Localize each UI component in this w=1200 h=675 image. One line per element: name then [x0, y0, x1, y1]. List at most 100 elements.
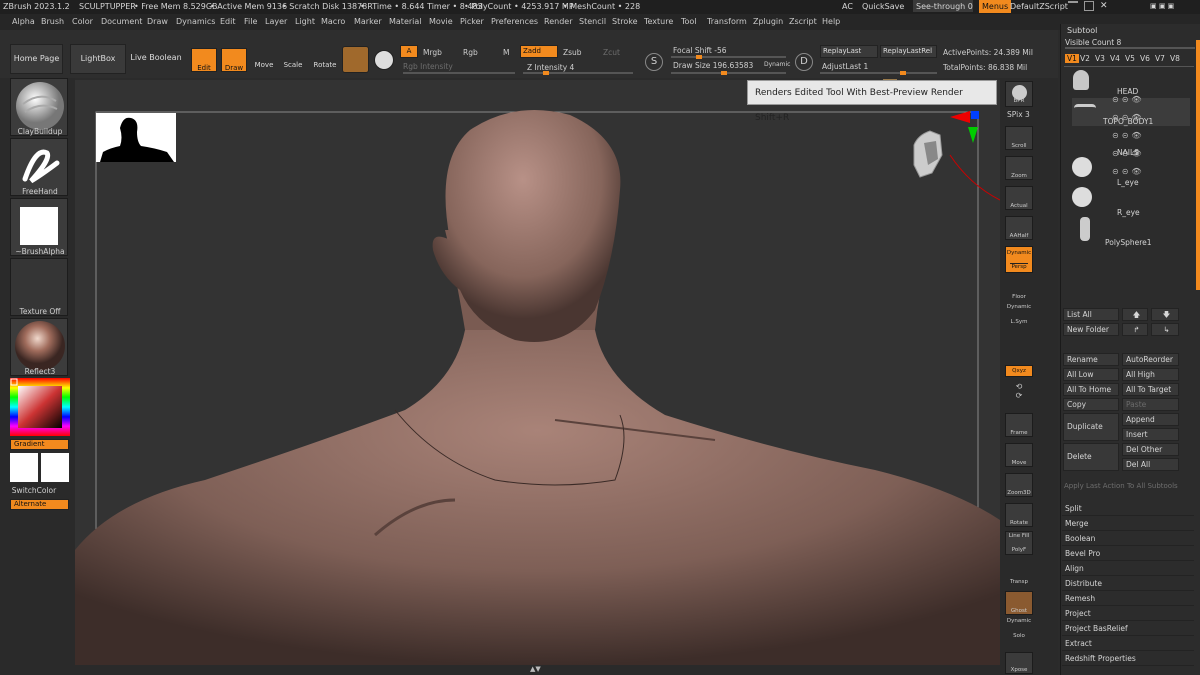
- delete-button[interactable]: Delete: [1063, 443, 1119, 471]
- switchcolor-button[interactable]: SwitchColor: [0, 486, 74, 495]
- all-high-button[interactable]: All High: [1122, 368, 1179, 381]
- menu-marker[interactable]: Marker: [354, 17, 382, 26]
- version-tab-v3[interactable]: V3: [1095, 54, 1105, 63]
- window-arrange-icon[interactable]: ▣ ▣ ▣: [1150, 2, 1174, 10]
- draw-size-thumb[interactable]: [721, 71, 727, 75]
- version-tab-v4[interactable]: V4: [1110, 54, 1120, 63]
- move-up-icon[interactable]: 🡅: [1122, 308, 1148, 321]
- replay-last-rel-button[interactable]: ReplayLastRel: [880, 45, 937, 58]
- quicksave-button[interactable]: QuickSave: [862, 2, 904, 11]
- rotate-view-button[interactable]: Rotate: [1005, 503, 1033, 527]
- home-page-button[interactable]: Home Page: [10, 44, 63, 74]
- zoom3d-button[interactable]: Zoom3D: [1005, 473, 1033, 497]
- xyz-button[interactable]: Qxyz: [1005, 365, 1033, 377]
- rgb-intensity-slider[interactable]: Rgb Intensity: [403, 62, 453, 71]
- paste-button[interactable]: Paste: [1122, 398, 1179, 411]
- focal-shift-track[interactable]: [671, 55, 786, 59]
- submenu-merge[interactable]: Merge: [1062, 517, 1194, 531]
- version-tab-v5[interactable]: V5: [1125, 54, 1135, 63]
- subtool-item-r-eye[interactable]: R_eye: [1070, 205, 1190, 241]
- list-all-button[interactable]: List All: [1063, 308, 1119, 321]
- z-intensity-thumb[interactable]: [543, 71, 549, 75]
- gradient-toggle[interactable]: Gradient: [10, 439, 69, 450]
- ac-button[interactable]: AC: [842, 2, 853, 11]
- version-tab-v1[interactable]: V1: [1065, 54, 1079, 63]
- submenu-remesh[interactable]: Remesh: [1062, 592, 1194, 606]
- focal-shift-thumb[interactable]: [696, 55, 702, 59]
- xpose-button[interactable]: Xpose: [1005, 652, 1033, 674]
- autoreorder-button[interactable]: AutoReorder: [1122, 353, 1179, 366]
- subtool-title[interactable]: Subtool: [1067, 26, 1097, 35]
- subtool-item-polysphere1[interactable]: PolySphere1: [1070, 235, 1190, 263]
- visible-count-track[interactable]: [1065, 47, 1195, 49]
- submenu-project-basrelief[interactable]: Project BasRelief: [1062, 622, 1194, 636]
- minimize-icon[interactable]: [1068, 1, 1078, 10]
- append-button[interactable]: Append: [1122, 413, 1179, 426]
- draw-size-slider[interactable]: Draw Size 196.63583: [673, 61, 753, 70]
- menu-edit[interactable]: Edit: [220, 17, 236, 26]
- menu-help[interactable]: Help: [822, 17, 840, 26]
- adjust-last-track[interactable]: [820, 71, 937, 75]
- zcut-button[interactable]: Zcut: [603, 48, 620, 57]
- maximize-icon[interactable]: [1084, 1, 1094, 11]
- color-sphere-icon[interactable]: [374, 50, 394, 70]
- menu-texture[interactable]: Texture: [644, 17, 673, 26]
- edit-button[interactable]: Edit: [191, 48, 217, 72]
- visibility-eye-icons[interactable]: ⊝⊝👁 ⊝⊝👁 ⊝⊝👁 ⊝⊝👁 ⊝⊝👁: [1112, 95, 1145, 176]
- submenu-align[interactable]: Align: [1062, 562, 1194, 576]
- persp-button[interactable]: Dynamic Persp: [1005, 246, 1033, 273]
- submenu-redshift-properties[interactable]: Redshift Properties: [1062, 652, 1194, 666]
- rgb-intensity-track[interactable]: [403, 72, 515, 74]
- visible-count-slider[interactable]: Visible Count 8: [1065, 38, 1121, 47]
- rotate-button[interactable]: Rotate: [311, 48, 339, 72]
- menu-movie[interactable]: Movie: [429, 17, 453, 26]
- menu-brush[interactable]: Brush: [41, 17, 64, 26]
- m-button[interactable]: M: [503, 48, 509, 57]
- lsym-button[interactable]: Dynamic L.Sym: [1005, 304, 1033, 328]
- submenu-extract[interactable]: Extract: [1062, 637, 1194, 651]
- adjust-last-slider[interactable]: AdjustLast 1: [822, 62, 868, 71]
- move-in-icon[interactable]: ↱: [1122, 323, 1148, 336]
- menu-dynamics[interactable]: Dynamics: [176, 17, 215, 26]
- see-through-slider[interactable]: See-through 0: [913, 0, 973, 12]
- all-to-home-button[interactable]: All To Home: [1063, 383, 1119, 396]
- scale-button[interactable]: Scale: [281, 48, 305, 72]
- dynamic-toggle[interactable]: Dynamic: [764, 61, 790, 68]
- menu-zscript[interactable]: Zscript: [789, 17, 817, 26]
- apply-last-action-button[interactable]: Apply Last Action To All Subtools: [1064, 482, 1178, 490]
- subtool-item-l-eye[interactable]: L_eye: [1070, 175, 1190, 207]
- secondary-color-swatch[interactable]: [41, 453, 69, 482]
- close-icon[interactable]: ✕: [1100, 1, 1108, 11]
- aahalf-button[interactable]: AAHalf: [1005, 216, 1033, 240]
- expand-bottom-icon[interactable]: ▲▼: [530, 665, 541, 673]
- move-down-icon[interactable]: 🡇: [1151, 308, 1179, 321]
- del-other-button[interactable]: Del Other: [1122, 443, 1179, 456]
- material-swatch[interactable]: [342, 46, 369, 73]
- transp-button[interactable]: Transp: [1005, 563, 1033, 587]
- replay-last-button[interactable]: ReplayLast: [820, 45, 878, 58]
- zadd-button[interactable]: Zadd: [520, 45, 558, 58]
- menu-picker[interactable]: Picker: [460, 17, 484, 26]
- s-icon[interactable]: S: [645, 53, 663, 71]
- alternate-toggle[interactable]: Alternate: [10, 499, 69, 510]
- draw-button[interactable]: Draw: [221, 48, 247, 72]
- all-to-target-button[interactable]: All To Target: [1122, 383, 1179, 396]
- submenu-project[interactable]: Project: [1062, 607, 1194, 621]
- submenu-bevel-pro[interactable]: Bevel Pro: [1062, 547, 1194, 561]
- spix-slider[interactable]: SPix 3: [1007, 110, 1030, 119]
- version-tab-v8[interactable]: V8: [1170, 54, 1180, 63]
- rotate-axis-icons[interactable]: ⟲ ⟳: [1005, 380, 1033, 404]
- floor-button[interactable]: Floor: [1005, 278, 1033, 302]
- z-intensity-slider[interactable]: Z Intensity 4: [527, 63, 574, 72]
- move-view-button[interactable]: Move: [1005, 443, 1033, 467]
- ghost-button[interactable]: Ghost: [1005, 591, 1033, 615]
- submenu-split[interactable]: Split: [1062, 502, 1194, 516]
- new-folder-button[interactable]: New Folder: [1063, 323, 1119, 336]
- a-button[interactable]: A: [400, 45, 418, 58]
- live-boolean-button[interactable]: Live Boolean: [129, 44, 183, 74]
- bpr-button[interactable]: BPR: [1005, 81, 1033, 107]
- adjust-last-thumb[interactable]: [900, 71, 906, 75]
- color-picker[interactable]: [10, 378, 70, 436]
- version-tab-v2[interactable]: V2: [1080, 54, 1090, 63]
- insert-button[interactable]: Insert: [1122, 428, 1179, 441]
